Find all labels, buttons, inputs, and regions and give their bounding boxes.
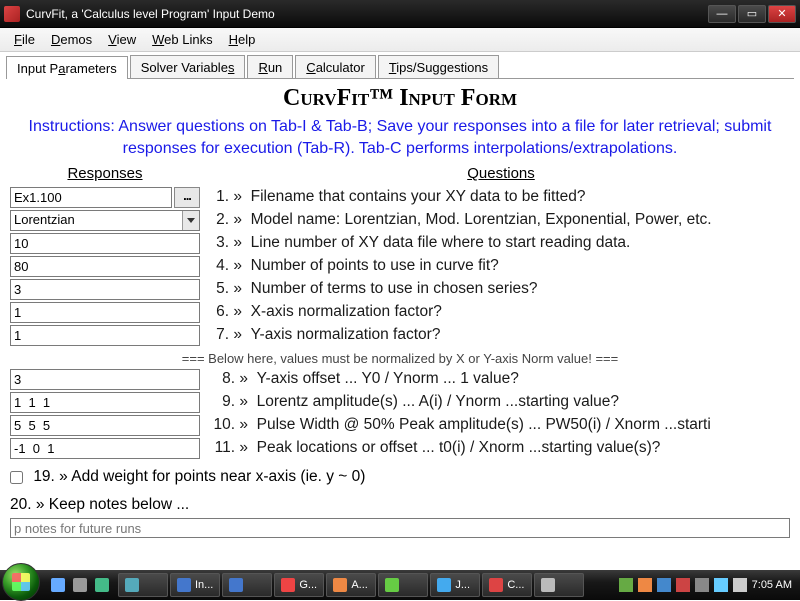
question-3: 3. » Line number of XY data file where t… [212, 232, 790, 254]
ql-item-2[interactable] [70, 574, 90, 596]
maximize-button[interactable]: ▭ [738, 5, 766, 23]
window-titlebar: CurvFit, a 'Calculus level Program' Inpu… [0, 0, 800, 28]
window-controls: — ▭ ✕ [708, 5, 796, 23]
num-points-input[interactable] [10, 256, 200, 277]
notes-input[interactable] [10, 518, 790, 538]
tab-calculator[interactable]: Calculator [295, 55, 376, 78]
question-1: 1. » Filename that contains your XY data… [212, 186, 790, 208]
close-button[interactable]: ✕ [768, 5, 796, 23]
quicklaunch [44, 574, 116, 596]
question-6: 6. » X-axis normalization factor? [212, 301, 790, 323]
clock[interactable]: 7:05 AM [752, 579, 792, 591]
instructions-text: Instructions: Answer questions on Tab-I … [10, 116, 790, 159]
ynorm-input[interactable] [10, 325, 200, 346]
task-6[interactable] [378, 573, 428, 597]
browse-button[interactable]: ... [174, 187, 200, 208]
task-buttons: In... G... A... J... C... [116, 572, 611, 598]
menu-weblinks[interactable]: Web Links [144, 30, 220, 49]
question-19: 19. » Add weight for points near x-axis … [33, 468, 365, 485]
yoffset-input[interactable] [10, 369, 200, 390]
minimize-button[interactable]: — [708, 5, 736, 23]
divider-text: === Below here, values must be normalize… [10, 351, 790, 366]
model-combo[interactable]: Lorentzian [10, 210, 200, 231]
task-3[interactable] [222, 573, 272, 597]
form-content: CurvFit™ Input Form Instructions: Answer… [0, 79, 800, 571]
window-title: CurvFit, a 'Calculus level Program' Inpu… [26, 7, 708, 21]
question-7: 7. » Y-axis normalization factor? [212, 324, 790, 346]
task-1[interactable] [118, 573, 168, 597]
app-icon [4, 6, 20, 22]
tab-run[interactable]: Run [247, 55, 293, 78]
question-8: 8. » Y-axis offset ... Y0 / Ynorm ... 1 … [212, 368, 790, 390]
task-5[interactable]: A... [326, 573, 376, 597]
task-9[interactable] [534, 573, 584, 597]
task-7[interactable]: J... [430, 573, 480, 597]
tray-network-icon[interactable] [714, 578, 728, 592]
responses-header: Responses [10, 165, 200, 182]
model-combo-value: Lorentzian [11, 211, 182, 230]
filename-input[interactable] [10, 187, 172, 208]
task-8[interactable]: C... [482, 573, 532, 597]
question-19-row: 19. » Add weight for points near x-axis … [10, 466, 790, 488]
taskbar: In... G... A... J... C... 7:05 AM [0, 570, 800, 600]
menu-view[interactable]: View [100, 30, 144, 49]
question-9: 9. » Lorentz amplitude(s) ... A(i) / Yno… [212, 391, 790, 413]
tray-icon-5[interactable] [695, 578, 709, 592]
xnorm-input[interactable] [10, 302, 200, 323]
menubar: File Demos View Web Links Help [0, 28, 800, 52]
question-11: 11. » Peak locations or offset ... t0(i)… [212, 437, 790, 459]
filename-field-group: ... [10, 187, 200, 208]
ql-item-1[interactable] [48, 574, 68, 596]
tray-icon-2[interactable] [638, 578, 652, 592]
tray-volume-icon[interactable] [733, 578, 747, 592]
tray-icon-4[interactable] [676, 578, 690, 592]
question-2: 2. » Model name: Lorentzian, Mod. Lorent… [212, 209, 790, 231]
system-tray: 7:05 AM [611, 578, 800, 592]
pulsewidth-input[interactable] [10, 415, 200, 436]
tray-icon-3[interactable] [657, 578, 671, 592]
tab-tips[interactable]: Tips/Suggestions [378, 55, 499, 78]
question-5: 5. » Number of terms to use in chosen se… [212, 278, 790, 300]
start-button[interactable] [2, 563, 40, 601]
tab-solver-variables[interactable]: Solver Variables [130, 55, 246, 78]
question-10: 10. » Pulse Width @ 50% Peak amplitude(s… [212, 414, 790, 436]
question-4: 4. » Number of points to use in curve fi… [212, 255, 790, 277]
peakloc-input[interactable] [10, 438, 200, 459]
menu-help[interactable]: Help [221, 30, 264, 49]
task-4[interactable]: G... [274, 573, 324, 597]
questions-header: Questions [212, 165, 790, 182]
tray-icon-1[interactable] [619, 578, 633, 592]
ql-item-3[interactable] [92, 574, 112, 596]
question-20: 20. » Keep notes below ... [10, 494, 790, 516]
menu-file[interactable]: File [6, 30, 43, 49]
tab-strip: Input Parameters Solver Variables Run Ca… [0, 52, 800, 78]
page-title: CurvFit™ Input Form [10, 85, 790, 112]
line-number-input[interactable] [10, 233, 200, 254]
amplitude-input[interactable] [10, 392, 200, 413]
weight-checkbox[interactable] [10, 471, 23, 484]
menu-demos[interactable]: Demos [43, 30, 100, 49]
chevron-down-icon[interactable] [182, 211, 199, 230]
task-2[interactable]: In... [170, 573, 220, 597]
num-terms-input[interactable] [10, 279, 200, 300]
tab-input-parameters[interactable]: Input Parameters [6, 56, 128, 79]
